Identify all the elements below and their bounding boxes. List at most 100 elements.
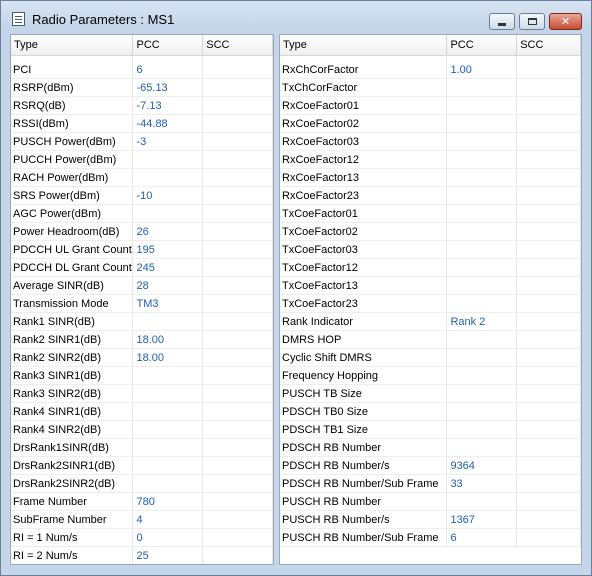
table-row[interactable]: RxCoeFactor02 [280, 114, 581, 133]
table-row[interactable]: DrsRank1SINR(dB) [11, 438, 273, 457]
row-pcc-cell: 245 [132, 258, 204, 277]
table-row[interactable]: Rank2 SINR2(dB) 18.00 [11, 348, 273, 367]
table-row[interactable]: DMRS HOP [280, 330, 581, 349]
row-scc-cell [516, 240, 581, 259]
column-header-type[interactable]: Type [280, 35, 448, 56]
table-row[interactable]: Rank Indicator Rank 2 [280, 312, 581, 331]
close-button[interactable]: ✕ [549, 13, 582, 30]
table-row[interactable]: RACH Power(dBm) [11, 168, 273, 187]
table-row[interactable]: TxCoeFactor23 [280, 294, 581, 313]
table-row[interactable]: Frame Number 780 [11, 492, 273, 511]
table-row[interactable]: SRS Power(dBm) -10 [11, 186, 273, 205]
row-scc-cell [202, 384, 273, 403]
table-row[interactable]: RxCoeFactor23 [280, 186, 581, 205]
table-row[interactable]: PUSCH RB Number/s 1367 [280, 510, 581, 529]
row-type-cell: PUSCH RB Number/Sub Frame [280, 528, 448, 547]
row-pcc-cell [132, 312, 204, 331]
row-pcc-cell [446, 402, 518, 421]
row-pcc-cell [132, 168, 204, 187]
table-row[interactable]: RSRQ(dB) -7.13 [11, 96, 273, 115]
table-row[interactable]: RxChCorFactor 1.00 [280, 61, 581, 79]
right-parameters-pane[interactable]: Type PCC SCC RxChCorFactor 1.00 TxChCorFac… [279, 34, 582, 565]
table-row[interactable]: PUSCH RB Number [280, 492, 581, 511]
row-type-cell: PDCCH DL Grant Count [11, 258, 134, 277]
table-row[interactable]: Rank2 SINR1(dB) 18.00 [11, 330, 273, 349]
row-type-cell: PUSCH TB Size [280, 384, 448, 403]
table-row[interactable]: Power Headroom(dB) 26 [11, 222, 273, 241]
table-row[interactable]: PDSCH TB1 Size [280, 420, 581, 439]
title-bar[interactable]: Radio Parameters : MS1 ✕ [1, 1, 591, 31]
table-row[interactable]: Transmission Mode TM3 [11, 294, 273, 313]
row-pcc-cell [132, 456, 204, 475]
row-pcc-cell: 33 [446, 474, 518, 493]
row-pcc-cell: 1.00 [446, 61, 518, 79]
table-row[interactable]: RxCoeFactor12 [280, 150, 581, 169]
table-row[interactable]: PUSCH Power(dBm) -3 [11, 132, 273, 151]
table-row[interactable]: PDSCH RB Number/s 9364 [280, 456, 581, 475]
table-row[interactable]: RSRP(dBm) -65.13 [11, 78, 273, 97]
column-header-pcc[interactable]: PCC [132, 35, 204, 56]
row-pcc-cell [132, 474, 204, 493]
row-pcc-cell: -3 [132, 132, 204, 151]
table-row[interactable]: Rank4 SINR2(dB) [11, 420, 273, 439]
table-row[interactable]: RI = 2 Num/s 25 [11, 546, 273, 564]
row-scc-cell [516, 348, 581, 367]
row-scc-cell [202, 348, 273, 367]
row-pcc-cell: -10 [132, 186, 204, 205]
table-row[interactable]: Frequency Hopping [280, 366, 581, 385]
row-scc-cell [202, 222, 273, 241]
table-row[interactable]: RI = 1 Num/s 0 [11, 528, 273, 547]
table-row[interactable]: PDSCH RB Number/Sub Frame 33 [280, 474, 581, 493]
table-row[interactable]: TxCoeFactor02 [280, 222, 581, 241]
minimize-button[interactable] [489, 13, 515, 30]
table-row[interactable]: PDSCH TB0 Size [280, 402, 581, 421]
table-row[interactable]: PDSCH RB Number [280, 438, 581, 457]
table-row[interactable]: DrsRank2SINR2(dB) [11, 474, 273, 493]
row-pcc-cell [446, 114, 518, 133]
row-scc-cell [516, 330, 581, 349]
table-row[interactable]: PDCCH DL Grant Count 245 [11, 258, 273, 277]
row-pcc-cell [446, 132, 518, 151]
table-row[interactable]: TxCoeFactor01 [280, 204, 581, 223]
row-pcc-cell: 0 [132, 528, 204, 547]
table-row[interactable]: TxCoeFactor03 [280, 240, 581, 259]
table-row[interactable]: TxCoeFactor12 [280, 258, 581, 277]
column-header-scc[interactable]: SCC [202, 35, 273, 56]
table-row[interactable]: DrsRank2SINR1(dB) [11, 456, 273, 475]
table-row[interactable]: RxCoeFactor01 [280, 96, 581, 115]
table-row[interactable]: Rank1 SINR(dB) [11, 312, 273, 331]
row-type-cell: PDSCH TB0 Size [280, 402, 448, 421]
table-row[interactable]: RSSI(dBm) -44.88 [11, 114, 273, 133]
table-row[interactable]: PCI 6 [11, 61, 273, 79]
table-row[interactable]: PDCCH UL Grant Count 195 [11, 240, 273, 259]
maximize-button[interactable] [519, 13, 545, 30]
row-type-cell: SubFrame Number [11, 510, 134, 529]
row-pcc-cell: 6 [446, 528, 518, 547]
table-row[interactable]: AGC Power(dBm) [11, 204, 273, 223]
row-pcc-cell [132, 384, 204, 403]
column-header-type[interactable]: Type [11, 35, 134, 56]
table-row[interactable]: Rank4 SINR1(dB) [11, 402, 273, 421]
row-scc-cell [202, 510, 273, 529]
table-row[interactable]: PUCCH Power(dBm) [11, 150, 273, 169]
table-row[interactable]: PUSCH RB Number/Sub Frame 6 [280, 528, 581, 547]
table-row[interactable]: RxCoeFactor03 [280, 132, 581, 151]
table-row[interactable]: SubFrame Number 4 [11, 510, 273, 529]
row-type-cell: RxCoeFactor03 [280, 132, 448, 151]
row-pcc-cell: -65.13 [132, 78, 204, 97]
table-row[interactable]: Average SINR(dB) 28 [11, 276, 273, 295]
table-row[interactable]: Rank3 SINR2(dB) [11, 384, 273, 403]
column-header-pcc[interactable]: PCC [446, 35, 518, 56]
table-row[interactable]: TxCoeFactor13 [280, 276, 581, 295]
left-parameters-pane[interactable]: Type PCC SCC PCI 6 RSRP(dBm) -65.13 RSRQ(dB)… [10, 34, 274, 565]
table-row[interactable]: RxCoeFactor13 [280, 168, 581, 187]
table-row[interactable]: Cyclic Shift DMRS [280, 348, 581, 367]
column-header-scc[interactable]: SCC [516, 35, 581, 56]
row-type-cell: RxCoeFactor12 [280, 150, 448, 169]
row-scc-cell [202, 114, 273, 133]
row-type-cell: Rank Indicator [280, 312, 448, 331]
row-type-cell: Transmission Mode [11, 294, 134, 313]
table-row[interactable]: TxChCorFactor [280, 78, 581, 97]
table-row[interactable]: Rank3 SINR1(dB) [11, 366, 273, 385]
table-row[interactable]: PUSCH TB Size [280, 384, 581, 403]
